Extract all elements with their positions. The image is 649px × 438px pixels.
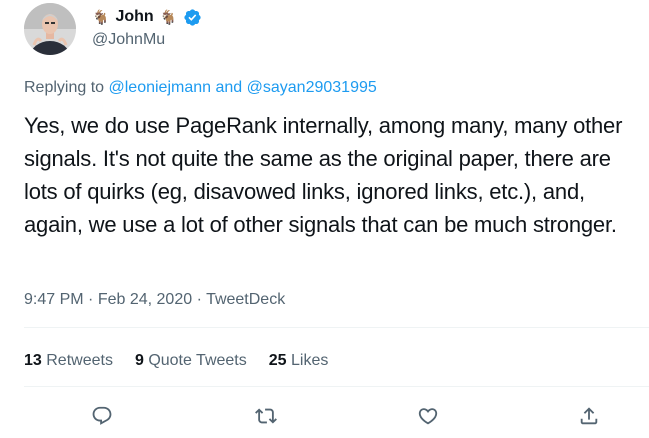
tweet-meta: 9:47 PM · Feb 24, 2020 · TweetDeck	[24, 291, 285, 309]
likes-stat[interactable]: 25 Likes	[269, 352, 329, 370]
author-name-row[interactable]: 🐐 John 🐐	[92, 6, 202, 28]
meta-separator-1: ·	[88, 291, 94, 308]
retweets-count: 13	[24, 352, 42, 369]
meta-separator-2: ·	[196, 291, 202, 308]
avatar[interactable]	[24, 3, 76, 55]
author-handle[interactable]: @JohnMu	[92, 31, 165, 49]
tweet-source[interactable]: TweetDeck	[206, 291, 285, 308]
reply-prefix: Replying to	[24, 79, 105, 96]
share-icon	[580, 407, 598, 425]
quote-tweets-count: 9	[134, 352, 144, 369]
reply-conjunction: and	[215, 79, 243, 96]
reply-button[interactable]	[88, 402, 116, 430]
goat-emoji-right: 🐐	[159, 9, 178, 25]
mention-link-2[interactable]: @sayan29031995	[247, 79, 377, 96]
quote-tweets-label: Quote Tweets	[148, 352, 247, 369]
divider	[24, 327, 649, 328]
retweets-stat[interactable]: 13 Retweets	[24, 352, 113, 370]
reply-context: Replying to @leoniejmann and @sayan29031…	[24, 79, 377, 97]
retweet-icon	[255, 408, 277, 424]
divider	[24, 386, 649, 387]
retweet-button[interactable]	[252, 402, 280, 430]
likes-count: 25	[268, 352, 287, 369]
retweets-label: Retweets	[46, 352, 113, 369]
share-button[interactable]	[575, 402, 603, 430]
reply-icon	[92, 406, 112, 425]
tweet-date[interactable]: Feb 24, 2020	[98, 291, 192, 308]
tweet-card: 🐐 John 🐐 @JohnMu Replying to @leoniejman…	[0, 0, 649, 438]
likes-label: Likes	[291, 352, 329, 369]
author-display-name[interactable]: John	[115, 8, 153, 26]
like-icon	[418, 408, 438, 425]
action-bar	[0, 398, 649, 434]
verified-badge-icon	[184, 8, 201, 26]
tweet-time[interactable]: 9:47 PM	[24, 291, 84, 308]
quote-tweets-stat[interactable]: 9 Quote Tweets	[135, 352, 247, 370]
tweet-text: Yes, we do use PageRank internally, amon…	[24, 113, 623, 237]
mention-link-1[interactable]: @leoniejmann	[109, 79, 212, 96]
tweet-stats: 13 Retweets 9 Quote Tweets 25 Likes	[24, 352, 328, 370]
like-button[interactable]	[414, 402, 442, 430]
avatar-image	[24, 3, 76, 55]
goat-emoji-left: 🐐	[92, 9, 110, 25]
